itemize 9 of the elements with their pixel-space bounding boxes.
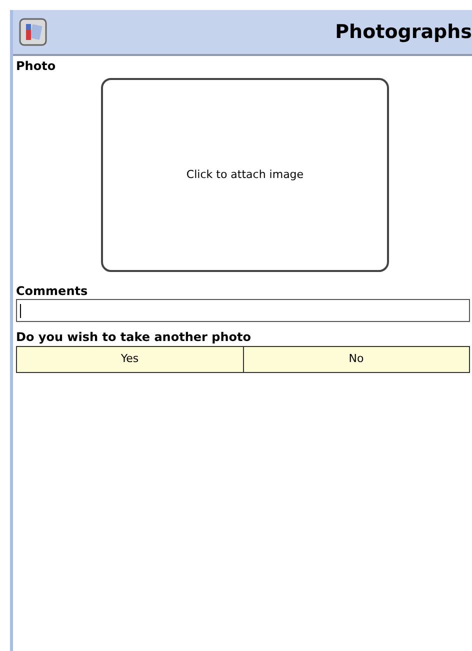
page-title: Photographs [335,20,472,45]
app-icon [19,18,47,46]
option-button[interactable]: No [242,347,469,372]
question-label: Do you wish to take another photo [16,330,251,344]
option-button[interactable]: Yes [17,347,242,372]
comments-label: Comments [16,284,88,298]
comments-field[interactable] [16,299,470,322]
image-attach-area[interactable]: Click to attach image [101,78,389,272]
photo-label: Photo [16,59,56,73]
